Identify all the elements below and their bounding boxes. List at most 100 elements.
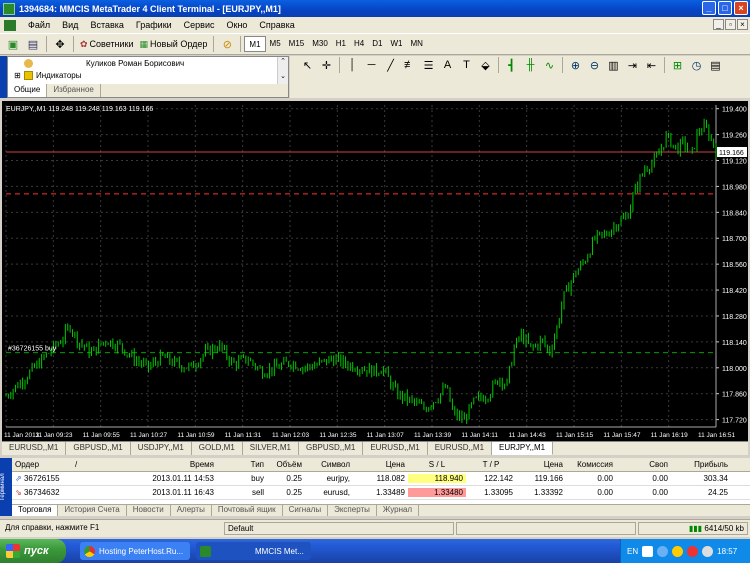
candle-chart-icon[interactable]: ╫ — [523, 57, 538, 73]
advisors-button[interactable]: ✿ Советники — [77, 35, 137, 53]
shapes-icon[interactable]: ⬙ — [478, 57, 493, 73]
expert-stop-icon[interactable]: ⊘ — [219, 36, 235, 52]
chart-tab-usdjpy[interactable]: USDJPY,,M1 — [131, 442, 192, 455]
mdi-restore-button[interactable]: ▫ — [725, 19, 736, 30]
mdi-close-button[interactable]: × — [737, 19, 748, 30]
close-button[interactable]: × — [734, 1, 748, 15]
label-icon[interactable]: T — [459, 57, 474, 73]
chart-tab-silver[interactable]: SILVER,M1 — [243, 442, 299, 455]
col-sl[interactable]: S / L — [408, 460, 466, 469]
minimize-button[interactable]: _ — [702, 1, 716, 15]
mdi-minimize-button[interactable]: _ — [713, 19, 724, 30]
task-browser[interactable]: Hosting PeterHost.Ru... — [80, 542, 190, 560]
tab-mailbox[interactable]: Почтовый ящик — [212, 505, 283, 516]
tab-favorites[interactable]: Избранное — [47, 84, 101, 97]
templates-icon[interactable]: ▤ — [708, 57, 723, 73]
menu-tools[interactable]: Сервис — [178, 20, 221, 30]
table-row[interactable]: ⇗ 36726155 2013.01.11 14:53 buy 0.25 eur… — [12, 472, 750, 486]
menu-help[interactable]: Справка — [253, 20, 300, 30]
tf-m15-button[interactable]: M15 — [285, 36, 309, 52]
tf-m1-button[interactable]: M1 — [244, 36, 266, 52]
profiles-icon[interactable]: ▤ — [25, 36, 41, 52]
zoom-in-icon[interactable]: ⊕ — [568, 57, 583, 73]
chart-tab-gold[interactable]: GOLD,M1 — [192, 442, 243, 455]
tf-w1-button[interactable]: W1 — [386, 36, 406, 52]
tab-experts[interactable]: Эксперты — [328, 505, 377, 516]
col-order[interactable]: Ордер — [12, 460, 72, 469]
expand-plus-icon[interactable]: ⊞ — [14, 71, 24, 80]
bar-chart-icon[interactable]: ┫ — [504, 57, 519, 73]
col-price[interactable]: Цена — [353, 460, 408, 469]
price-chart[interactable]: 119.400 119.260 119.120 118.980 118.840 118.7… — [2, 101, 748, 441]
chart-tab-eurusd-1[interactable]: EURUSD,,M1 — [2, 442, 67, 455]
tab-alerts[interactable]: Алерты — [171, 505, 212, 516]
order-symbol: eurusd, — [323, 488, 350, 497]
indicators-row[interactable]: ⊞ Индикаторы — [8, 69, 288, 81]
tile-windows-icon[interactable]: ▥ — [606, 57, 621, 73]
vertical-line-icon[interactable]: │ — [345, 57, 360, 73]
tab-signals[interactable]: Сигналы — [283, 505, 329, 516]
menu-window[interactable]: Окно — [221, 20, 254, 30]
expand-icon[interactable] — [14, 59, 24, 68]
tf-h4-button[interactable]: H4 — [350, 36, 368, 52]
crosshair-move-icon[interactable]: ✥ — [52, 36, 68, 52]
col-sort[interactable]: / — [72, 460, 132, 469]
tf-mn-button[interactable]: MN — [406, 36, 426, 52]
account-row[interactable]: Куликов Роман Борисович — [8, 57, 288, 69]
chart-tab-gbpusd-1[interactable]: GBPUSD,,M1 — [66, 442, 131, 455]
channel-icon[interactable]: ≢ — [402, 57, 417, 73]
network-icon[interactable] — [687, 545, 699, 557]
language-indicator[interactable]: EN — [627, 547, 638, 556]
col-tp[interactable]: T / P — [466, 460, 516, 469]
col-time[interactable]: Время — [132, 460, 217, 469]
menu-file[interactable]: Файл — [22, 20, 56, 30]
tab-account-history[interactable]: История Счета — [58, 505, 127, 516]
col-current-price[interactable]: Цена — [516, 460, 566, 469]
tab-common[interactable]: Общие — [8, 84, 48, 97]
menu-view[interactable]: Вид — [56, 20, 84, 30]
line-chart-icon[interactable]: ∿ — [542, 57, 557, 73]
menu-insert[interactable]: Вставка — [84, 20, 129, 30]
new-order-button[interactable]: ▦ Новый Ордер — [137, 35, 211, 53]
autoscroll-icon[interactable]: ⇥ — [625, 57, 640, 73]
zoom-out-icon[interactable]: ⊖ — [587, 57, 602, 73]
periods-icon[interactable]: ◷ — [689, 57, 704, 73]
chart-canvas[interactable]: 119.400 119.260 119.120 118.980 118.840 118.7… — [2, 101, 748, 441]
text-icon[interactable]: A — [440, 57, 455, 73]
tab-news[interactable]: Новости — [127, 505, 171, 516]
tf-m30-button[interactable]: M30 — [308, 36, 332, 52]
chart-shift-icon[interactable]: ⇤ — [644, 57, 659, 73]
new-chart-icon[interactable]: ▣ — [5, 36, 21, 52]
task-metatrader[interactable]: MMCIS Met... — [196, 542, 311, 560]
tab-journal[interactable]: Журнал — [377, 505, 420, 516]
smiley-icon[interactable] — [672, 545, 684, 557]
cursor-icon[interactable]: ↖ — [300, 57, 315, 73]
chart-tab-eurusd-3[interactable]: EURUSD,,M1 — [428, 442, 493, 455]
col-profit[interactable]: Прибыль — [671, 460, 731, 469]
chart-tab-gbpusd-2[interactable]: GBPUSD,,M1 — [299, 442, 364, 455]
tab-trade[interactable]: Торговля — [12, 505, 59, 516]
indicators-list-icon[interactable]: ⊞ — [670, 57, 685, 73]
tf-h1-button[interactable]: H1 — [332, 36, 350, 52]
maximize-button[interactable]: □ — [718, 1, 732, 15]
crosshair-icon[interactable]: ✛ — [319, 57, 334, 73]
col-symbol[interactable]: Символ — [305, 460, 353, 469]
chart-tab-eurusd-2[interactable]: EURUSD,,M1 — [363, 442, 428, 455]
menu-charts[interactable]: Графики — [130, 20, 178, 30]
col-commission[interactable]: Комиссия — [566, 460, 616, 469]
chevron-left-icon[interactable] — [657, 545, 669, 557]
horizontal-line-icon[interactable]: ─ — [364, 57, 379, 73]
tf-d1-button[interactable]: D1 — [368, 36, 386, 52]
start-button[interactable]: пуск — [0, 539, 66, 563]
help-icon[interactable] — [642, 545, 654, 557]
col-volume[interactable]: Объём — [267, 460, 305, 469]
trendline-icon[interactable]: ╱ — [383, 57, 398, 73]
fibo-icon[interactable]: ☰ — [421, 57, 436, 73]
volume-icon[interactable] — [702, 545, 714, 557]
tf-m5-button[interactable]: M5 — [266, 36, 285, 52]
table-row[interactable]: ⇘ 36734632 2013.01.11 16:43 sell 0.25 eu… — [12, 486, 750, 500]
chart-tab-eurjpy[interactable]: EURJPY,,M1 — [492, 442, 554, 455]
col-swap[interactable]: Своп — [616, 460, 671, 469]
col-type[interactable]: Тип — [217, 460, 267, 469]
navigator-scrollbar[interactable]: ⌃ ⌄ — [277, 57, 288, 85]
